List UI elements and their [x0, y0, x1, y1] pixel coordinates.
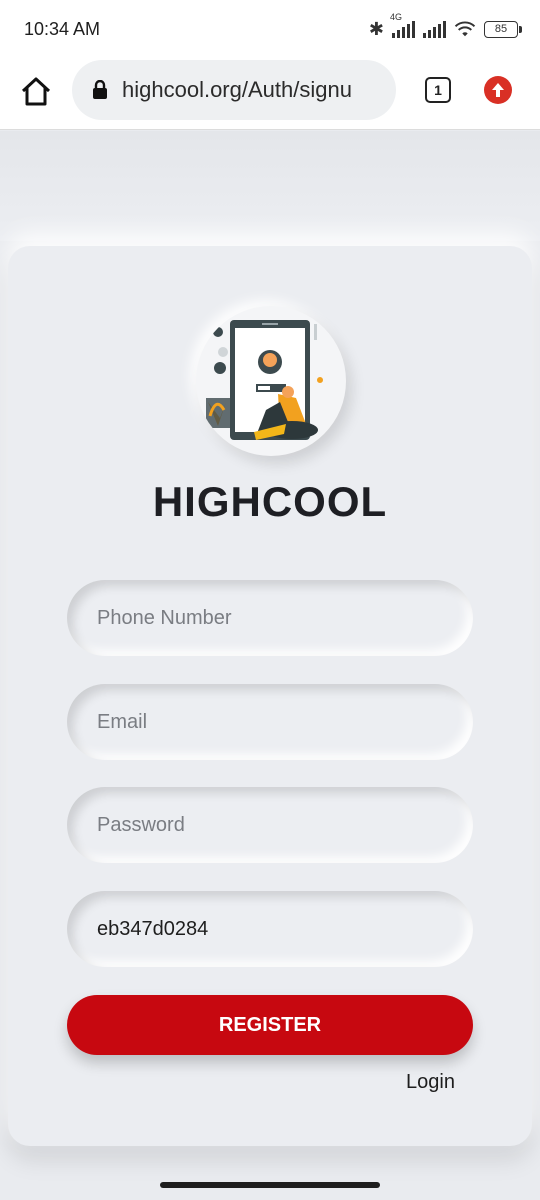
- email-input[interactable]: [97, 710, 437, 734]
- url-bar[interactable]: highcool.org/Auth/signu: [72, 60, 396, 120]
- cellular-signal-icon: 4G: [390, 12, 415, 38]
- arrow-up-icon: [492, 83, 504, 97]
- lock-icon: [93, 80, 107, 99]
- network-type-label: 4G: [390, 12, 403, 22]
- wifi-icon: [454, 21, 476, 37]
- invite-code-input[interactable]: [97, 917, 437, 941]
- phone-number-field[interactable]: [67, 580, 473, 656]
- cellular-signal-2-icon: [423, 20, 446, 38]
- status-bar: 10:34 AM ✱ 4G 85: [0, 0, 540, 58]
- tab-switcher-button[interactable]: 1: [425, 77, 451, 103]
- password-input[interactable]: [97, 813, 437, 837]
- password-field[interactable]: [67, 787, 473, 863]
- home-icon[interactable]: [18, 74, 54, 110]
- brand-title: HIGHCOOL: [152, 478, 388, 525]
- update-button[interactable]: [484, 76, 512, 104]
- page-top-area: [0, 131, 540, 241]
- status-time: 10:34 AM: [24, 18, 101, 39]
- bluetooth-icon: ✱: [368, 18, 384, 39]
- signup-illustration-image: [206, 320, 323, 440]
- url-text: highcool.org/Auth/signu: [122, 77, 352, 102]
- email-field[interactable]: [67, 684, 473, 760]
- battery-icon: 85: [484, 20, 522, 38]
- login-link[interactable]: Login: [406, 1071, 455, 1094]
- register-card: HIGHCOOL REGISTER Login: [8, 246, 532, 1146]
- phone-number-input[interactable]: [97, 606, 437, 630]
- status-icons: ✱ 4G 85: [368, 12, 522, 40]
- home-indicator[interactable]: [160, 1182, 380, 1188]
- register-button[interactable]: REGISTER: [67, 995, 473, 1055]
- browser-toolbar: highcool.org/Auth/signu 1: [0, 58, 540, 130]
- invite-code-field[interactable]: [67, 891, 473, 967]
- logo-illustration: [196, 306, 346, 456]
